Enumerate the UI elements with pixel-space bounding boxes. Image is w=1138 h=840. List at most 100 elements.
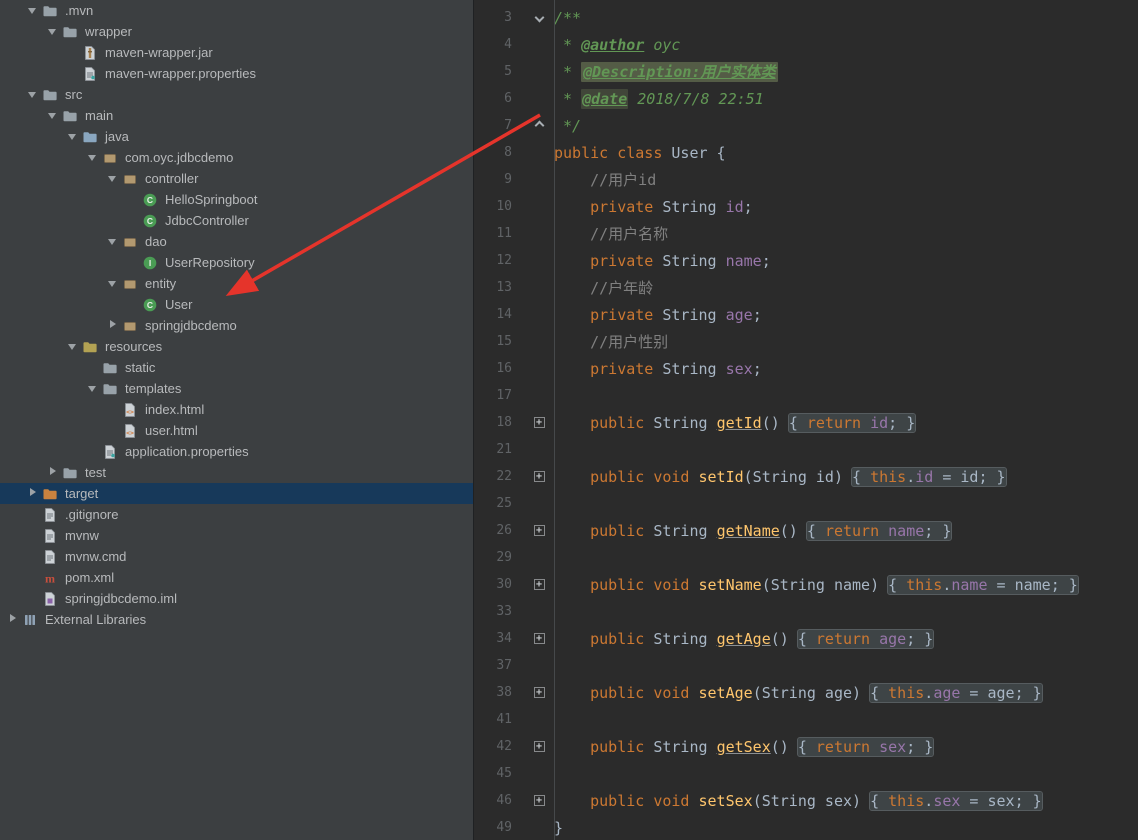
tree-item-label: springjdbcdemo — [145, 318, 237, 333]
tree-item-resources[interactable]: resources — [0, 336, 473, 357]
tree-item-controller[interactable]: controller — [0, 168, 473, 189]
tree-item-springjdbcdemo-iml[interactable]: springjdbcdemo.iml — [0, 588, 473, 609]
fold-gutter: + — [524, 687, 554, 698]
code-token: private — [554, 198, 662, 216]
tree-item-external-libraries[interactable]: External Libraries — [0, 609, 473, 630]
chevron-expanded-icon[interactable] — [64, 126, 82, 147]
fold-end-icon[interactable] — [534, 121, 544, 131]
tree-item-dao[interactable]: dao — [0, 231, 473, 252]
code-text: private String name; — [554, 252, 771, 270]
fold-expand-icon[interactable]: + — [534, 579, 545, 590]
tree-item-userrepository[interactable]: IUserRepository — [0, 252, 473, 273]
fold-expand-icon[interactable]: + — [534, 741, 545, 752]
code-text: public class User { — [554, 144, 726, 162]
code-token: String — [653, 414, 716, 432]
tree-item-maven-wrapper-properties[interactable]: maven-wrapper.properties — [0, 63, 473, 84]
chevron-expanded-icon[interactable] — [84, 147, 102, 168]
code-token: { — [789, 414, 807, 432]
properties-file-icon — [102, 444, 120, 460]
chevron-collapsed-icon[interactable] — [4, 609, 22, 630]
tree-item-mvnw-cmd[interactable]: mvnw.cmd — [0, 546, 473, 567]
code-text: } — [554, 819, 563, 837]
fold-expand-icon[interactable]: + — [534, 633, 545, 644]
chevron-collapsed-icon[interactable] — [24, 483, 42, 504]
tree-item-index-html[interactable]: <>index.html — [0, 399, 473, 420]
folded-code-region[interactable]: { return name; } — [807, 522, 952, 540]
code-token: { — [807, 522, 825, 540]
tree-item-java[interactable]: java — [0, 126, 473, 147]
folded-code-region[interactable]: { this.sex = sex; } — [870, 792, 1042, 810]
tree-item-pom-xml[interactable]: mpom.xml — [0, 567, 473, 588]
code-line-49: 49} — [474, 814, 1138, 840]
tree-item-src[interactable]: src — [0, 84, 473, 105]
tree-item-mvn[interactable]: .mvn — [0, 0, 473, 21]
tree-item-test[interactable]: test — [0, 462, 473, 483]
text-file-icon — [42, 528, 60, 544]
tree-item-static[interactable]: static — [0, 357, 473, 378]
code-token: sex — [726, 360, 753, 378]
tree-item-user-html[interactable]: <>user.html — [0, 420, 473, 441]
chevron-expanded-icon[interactable] — [24, 0, 42, 21]
code-token: public — [554, 738, 653, 756]
editor-panel[interactable]: 3/**4 * @author oyc5 * @Description:用户实体… — [474, 0, 1138, 840]
code-text: //用户性别 — [554, 331, 668, 352]
tree-item-springjdbcdemo[interactable]: springjdbcdemo — [0, 315, 473, 336]
folded-code-region[interactable]: { this.name = name; } — [888, 576, 1078, 594]
chevron-collapsed-icon[interactable] — [44, 462, 62, 483]
code-token: { — [870, 684, 888, 702]
chevron-expanded-icon[interactable] — [104, 273, 122, 294]
svg-text:C: C — [147, 300, 153, 310]
tree-item-mvnw[interactable]: mvnw — [0, 525, 473, 546]
tree-item-hellospringboot[interactable]: CHelloSpringboot — [0, 189, 473, 210]
chevron-expanded-icon[interactable] — [44, 105, 62, 126]
fold-expand-icon[interactable]: + — [534, 525, 545, 536]
tree-item-main[interactable]: main — [0, 105, 473, 126]
tree-item-label: pom.xml — [65, 570, 114, 585]
code-text: public void setAge(String age) { this.ag… — [554, 684, 1042, 702]
folded-code-region[interactable]: { return sex; } — [798, 738, 933, 756]
folded-code-region[interactable]: { return age; } — [798, 630, 933, 648]
line-number: 41 — [474, 712, 524, 727]
folded-code-region[interactable]: { this.age = age; } — [870, 684, 1042, 702]
chevron-expanded-icon[interactable] — [64, 336, 82, 357]
fold-expand-icon[interactable]: + — [534, 471, 545, 482]
fold-expand-icon[interactable]: + — [534, 687, 545, 698]
folded-code-region[interactable]: { return id; } — [789, 414, 915, 432]
fold-start-icon[interactable] — [534, 13, 544, 23]
folded-code-region[interactable]: { this.id = id; } — [852, 468, 1006, 486]
code-token: (String id) — [744, 468, 852, 486]
tree-item-entity[interactable]: entity — [0, 273, 473, 294]
twisty-spacer — [104, 399, 122, 420]
tree-item-user[interactable]: CUser — [0, 294, 473, 315]
code-token: this — [888, 792, 924, 810]
code-token: ; } — [906, 630, 933, 648]
code-token: sex — [933, 792, 960, 810]
twisty-spacer — [24, 525, 42, 546]
tree-item-com-oyc-jdbcdemo[interactable]: com.oyc.jdbcdemo — [0, 147, 473, 168]
code-token: ; } — [924, 522, 951, 540]
code-token: id — [726, 198, 744, 216]
chevron-expanded-icon[interactable] — [84, 378, 102, 399]
chevron-collapsed-icon[interactable] — [104, 315, 122, 336]
tree-item-maven-wrapper-jar[interactable]: maven-wrapper.jar — [0, 42, 473, 63]
fold-expand-icon[interactable]: + — [534, 417, 545, 428]
chevron-expanded-icon[interactable] — [104, 168, 122, 189]
line-number: 30 — [474, 577, 524, 592]
tree-item-jdbccontroller[interactable]: CJdbcController — [0, 210, 473, 231]
code-line-8: 8public class User { — [474, 139, 1138, 166]
fold-expand-icon[interactable]: + — [534, 795, 545, 806]
chevron-expanded-icon[interactable] — [104, 231, 122, 252]
tree-item-target[interactable]: target — [0, 483, 473, 504]
chevron-expanded-icon[interactable] — [44, 21, 62, 42]
tree-item-label: main — [85, 108, 113, 123]
tree-item-label: External Libraries — [45, 612, 146, 627]
chevron-expanded-icon[interactable] — [24, 84, 42, 105]
twisty-spacer — [104, 420, 122, 441]
tree-item-application-properties[interactable]: application.properties — [0, 441, 473, 462]
folder-icon — [62, 108, 80, 124]
code-token: { — [852, 468, 870, 486]
tree-item-gitignore[interactable]: .gitignore — [0, 504, 473, 525]
tree-item-templates[interactable]: templates — [0, 378, 473, 399]
code-token: { — [798, 630, 816, 648]
tree-item-wrapper[interactable]: wrapper — [0, 21, 473, 42]
